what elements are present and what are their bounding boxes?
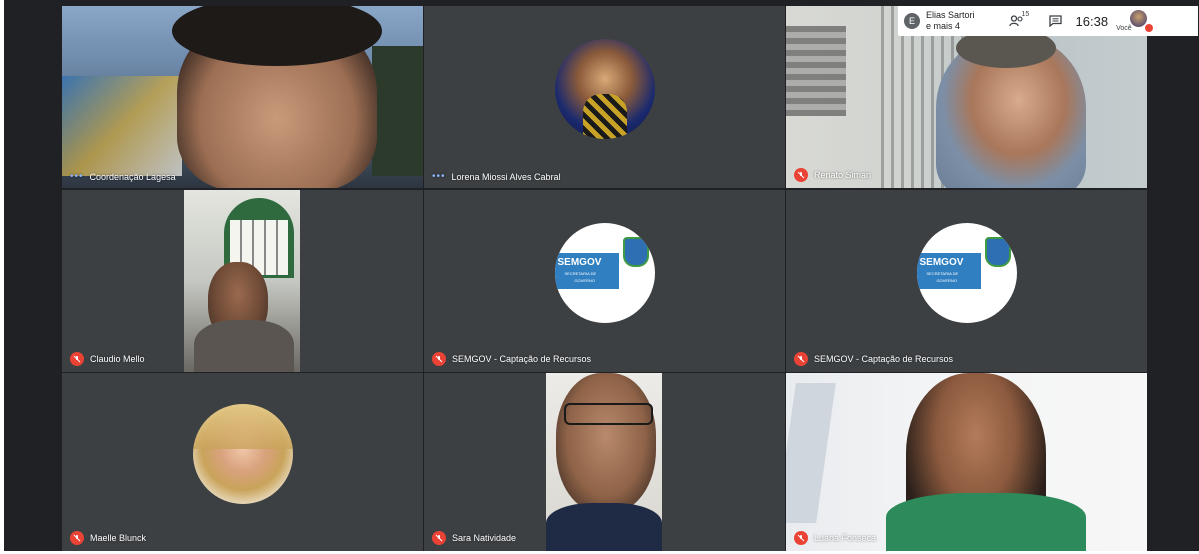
semgov-logo-avatar: SEMGOV SECRETARIA DE GOVERNO	[916, 223, 1017, 323]
mic-off-icon	[70, 352, 84, 366]
participant-avatar	[554, 39, 655, 139]
participant-tile[interactable]: SEMGOV SECRETARIA DE GOVERNO SEMGOV - Ca…	[424, 190, 785, 372]
participant-video	[62, 6, 423, 188]
presenter-more: e mais 4	[926, 21, 961, 31]
presenter-avatar: E	[904, 13, 920, 29]
participant-tile[interactable]: ••• Coordenação Lagesa	[62, 6, 423, 188]
semgov-logo-line2: GOVERNO	[574, 278, 595, 283]
people-button[interactable]: 15	[1008, 11, 1029, 27]
speaking-indicator-icon: •••	[70, 171, 84, 182]
speaking-indicator-icon: •••	[432, 171, 446, 182]
participant-tile[interactable]: Luana Fonseca	[786, 373, 1147, 551]
participant-name-tag: SEMGOV - Captação de Recursos	[794, 352, 953, 366]
mic-off-icon	[794, 168, 808, 182]
participant-name-tag: ••• Lorena Miossi Alves Cabral	[432, 171, 561, 182]
participant-video	[786, 373, 1147, 551]
meeting-top-bar: E Elias Sartori e mais 4 15 16:38 Você	[898, 6, 1198, 36]
mic-off-icon	[794, 531, 808, 545]
participant-name-tag: ••• Coordenação Lagesa	[70, 171, 176, 182]
participant-name-tag: Claudio Mello	[70, 352, 145, 366]
participant-video	[546, 373, 662, 551]
participant-avatar	[192, 404, 293, 504]
presenter-info[interactable]: Elias Sartori e mais 4	[926, 10, 975, 32]
participant-name-tag: Luana Fonseca	[794, 531, 876, 545]
participant-tile[interactable]: Sara Natividade	[424, 373, 785, 551]
semgov-logo-line1: SECRETARIA DE	[564, 271, 597, 276]
participant-name: Claudio Mello	[90, 354, 145, 364]
participant-name-tag: Maelle Blunck	[70, 531, 146, 545]
participant-name-tag: Renato Siman	[794, 168, 871, 182]
participant-name-tag: SEMGOV - Captação de Recursos	[432, 352, 591, 366]
participant-name: Renato Siman	[814, 170, 872, 180]
coat-of-arms-icon	[984, 237, 1011, 267]
participant-name: Luana Fonseca	[814, 533, 877, 543]
semgov-logo-title: SEMGOV	[557, 257, 602, 268]
self-mic-off-icon	[1145, 24, 1154, 32]
left-edge	[0, 0, 4, 554]
clock: 16:38	[1075, 13, 1109, 29]
chat-icon	[1048, 15, 1062, 27]
semgov-logo-line1: SECRETARIA DE	[926, 271, 959, 276]
participant-name: Lorena Miossi Alves Cabral	[451, 171, 561, 182]
people-count: 15	[1021, 11, 1030, 18]
coat-of-arms-icon	[622, 237, 649, 267]
semgov-logo-avatar: SEMGOV SECRETARIA DE GOVERNO	[554, 223, 655, 323]
participant-video	[184, 190, 300, 372]
self-view-thumbnail[interactable]: Você	[1116, 6, 1154, 36]
participant-tile[interactable]: ••• Lorena Miossi Alves Cabral	[424, 6, 785, 188]
semgov-logo-line2: GOVERNO	[936, 278, 957, 283]
participant-name: SEMGOV - Captação de Recursos	[814, 354, 954, 364]
participant-tile[interactable]: Maelle Blunck	[62, 373, 423, 551]
presenter-name: Elias Sartori	[926, 10, 975, 20]
chat-button[interactable]	[1048, 15, 1062, 27]
participant-tile[interactable]: Claudio Mello	[62, 190, 423, 372]
mic-off-icon	[794, 352, 808, 366]
self-label: Você	[1116, 25, 1132, 32]
participant-name: Sara Natividade	[452, 533, 517, 543]
semgov-logo-title: SEMGOV	[919, 257, 964, 268]
mic-off-icon	[432, 531, 446, 545]
participant-name: Coordenação Lagesa	[89, 171, 176, 182]
self-avatar	[1130, 10, 1148, 27]
participant-name: SEMGOV - Captação de Recursos	[452, 354, 592, 364]
participant-name-tag: Sara Natividade	[432, 531, 516, 545]
participant-name: Maelle Blunck	[90, 533, 147, 543]
mic-off-icon	[432, 352, 446, 366]
participant-tile[interactable]: SEMGOV SECRETARIA DE GOVERNO SEMGOV - Ca…	[786, 190, 1147, 372]
mic-off-icon	[70, 531, 84, 545]
